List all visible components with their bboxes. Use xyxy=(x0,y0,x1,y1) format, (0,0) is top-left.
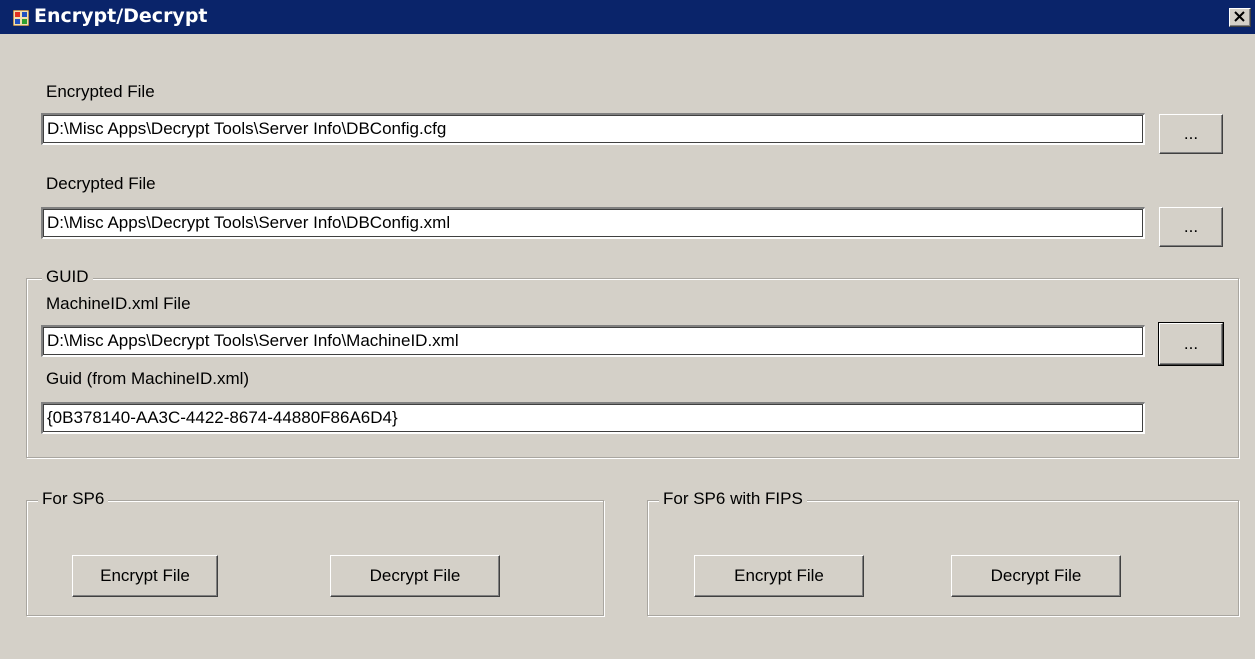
guid-input[interactable]: {0B378140-AA3C-4422-8674-44880F86A6D4} xyxy=(41,402,1145,434)
close-icon xyxy=(1234,11,1245,22)
title-bar[interactable]: Encrypt/Decrypt xyxy=(0,0,1255,34)
machineid-file-label: MachineID.xml File xyxy=(46,294,191,313)
decrypted-browse-button[interactable]: ... xyxy=(1159,207,1223,247)
guid-label: Guid (from MachineID.xml) xyxy=(46,369,250,388)
sp6-fips-encrypt-button[interactable]: Encrypt File xyxy=(694,555,864,597)
close-button[interactable] xyxy=(1229,8,1251,27)
machineid-file-input[interactable]: D:\Misc Apps\Decrypt Tools\Server Info\M… xyxy=(41,325,1145,357)
machineid-browse-button[interactable]: ... xyxy=(1158,322,1224,366)
app-icon xyxy=(13,10,29,26)
decrypted-file-input[interactable]: D:\Misc Apps\Decrypt Tools\Server Info\D… xyxy=(41,207,1145,239)
sp6-group-legend: For SP6 xyxy=(38,489,109,509)
sp6-encrypt-button[interactable]: Encrypt File xyxy=(72,555,218,597)
guid-group-legend: GUID xyxy=(42,267,93,287)
sp6-fips-decrypt-button[interactable]: Decrypt File xyxy=(951,555,1121,597)
sp6-fips-group-legend: For SP6 with FIPS xyxy=(659,489,807,509)
encrypt-decrypt-window: Encrypt/Decrypt Encrypted File D:\Misc A… xyxy=(0,0,1255,659)
encrypted-browse-button[interactable]: ... xyxy=(1159,114,1223,154)
encrypted-file-label: Encrypted File xyxy=(46,82,155,101)
window-title: Encrypt/Decrypt xyxy=(34,5,208,27)
sp6-decrypt-button[interactable]: Decrypt File xyxy=(330,555,500,597)
decrypted-file-label: Decrypted File xyxy=(46,174,156,193)
encrypted-file-input[interactable]: D:\Misc Apps\Decrypt Tools\Server Info\D… xyxy=(41,113,1145,145)
